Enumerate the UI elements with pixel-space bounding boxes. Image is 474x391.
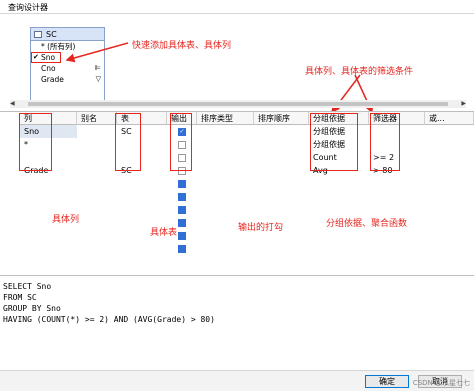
sql-pane[interactable]: SELECT Sno FROM SC GROUP BY Sno HAVING (… — [0, 275, 474, 370]
column-sno[interactable]: ✔ Sno — [31, 52, 61, 63]
highlight-columns — [19, 113, 52, 171]
window-title: 查询设计器 — [8, 3, 48, 12]
filter-icon: ▽ — [95, 75, 101, 83]
column-label: Grade — [41, 75, 64, 84]
dialog-footer: 确定 取消 CSDN @水星七七 — [0, 370, 474, 391]
output-checkbox[interactable] — [178, 232, 186, 240]
highlight-tables — [115, 113, 141, 171]
sql-line: FROM SC — [3, 293, 37, 302]
diagram-scrollbar[interactable]: ◀ ▶ — [10, 100, 466, 108]
scroll-right-icon[interactable]: ▶ — [461, 100, 466, 107]
output-checkbox[interactable] — [178, 245, 186, 253]
output-checkbox[interactable] — [178, 180, 186, 188]
column-label: * (所有列) — [41, 42, 76, 51]
column-cno[interactable]: Cno ⊫ — [31, 63, 104, 74]
output-checkbox[interactable] — [178, 219, 186, 227]
annotation-add-columns: 快速添加具体表、具体列 — [132, 41, 232, 51]
table-header[interactable]: SC — [31, 28, 104, 41]
output-checkbox[interactable] — [178, 193, 186, 201]
sql-line: GROUP BY Sno — [3, 304, 61, 313]
annotation-specific-column: 具体列 — [52, 215, 80, 225]
title-bar: 查询设计器 — [0, 0, 474, 14]
grid-header-sort-type: 排序类型 — [197, 112, 254, 125]
annotation-group-agg: 分组依据、聚合函数 — [326, 219, 408, 229]
column-label: Cno — [41, 64, 56, 73]
highlight-output — [170, 113, 192, 171]
table-box-sc[interactable]: SC * (所有列) ✔ Sno Cno ⊫ Grade ▽ — [30, 27, 105, 102]
column-all[interactable]: * (所有列) — [31, 41, 104, 52]
column-grade[interactable]: Grade ▽ — [31, 74, 104, 85]
check-icon[interactable]: ✔ — [33, 52, 39, 63]
grid-header-or: 或... — [425, 112, 474, 125]
scroll-thumb[interactable] — [28, 102, 448, 106]
grid-header-alias: 别名 — [77, 112, 117, 125]
sql-line: HAVING (COUNT(*) >= 2) AND (AVG(Grade) >… — [3, 315, 215, 324]
diagram-pane[interactable]: SC * (所有列) ✔ Sno Cno ⊫ Grade ▽ — [0, 14, 474, 102]
watermark: CSDN @水星七七 — [412, 379, 470, 387]
grid-header-sort-order: 排序顺序 — [254, 112, 309, 125]
column-label: Sno — [41, 53, 56, 62]
annotation-specific-table: 具体表 — [150, 228, 178, 238]
annotation-filter-conditions: 具体列、具体表的筛选条件 — [305, 67, 414, 77]
ok-button[interactable]: 确定 — [365, 375, 409, 388]
table-icon — [34, 31, 42, 38]
table-name: SC — [46, 30, 57, 39]
sql-line: SELECT Sno — [3, 282, 52, 291]
key-icon: ⊫ — [94, 64, 101, 72]
criteria-grid[interactable]: 列 别名 表 输出 排序类型 排序顺序 分组依据 筛选器 或... Sno SC… — [0, 111, 474, 261]
scroll-left-icon[interactable]: ◀ — [10, 100, 15, 107]
highlight-group-by — [310, 113, 358, 171]
highlight-filter — [370, 113, 400, 171]
annotation-output-check: 输出的打勾 — [238, 223, 284, 233]
output-checkbox[interactable] — [178, 206, 186, 214]
